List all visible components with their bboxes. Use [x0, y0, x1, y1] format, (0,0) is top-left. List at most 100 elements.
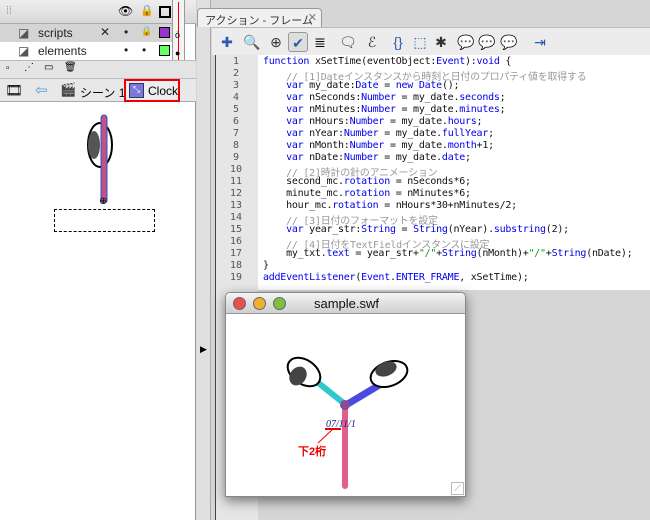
line-number: 9	[232, 152, 240, 163]
code-token: nSeconds:	[303, 92, 362, 103]
edit-bar: 🎞 ⇦ 🎬 シーン 1 ⤡ Clock	[0, 78, 196, 102]
code-line[interactable]: var year_str:String = String(nYear).subs…	[263, 224, 569, 235]
collapse-between-braces-icon[interactable]: {}	[388, 32, 408, 52]
code-token: second_mc.	[263, 176, 344, 187]
registration-point-icon: ⊕	[99, 196, 107, 205]
remove-comment-icon[interactable]: 💬	[499, 32, 519, 52]
code-line[interactable]: var nSeconds:Number = my_date.seconds;	[263, 92, 506, 103]
visible-dot[interactable]: •	[124, 43, 128, 57]
code-token: var	[286, 140, 304, 151]
minimize-button[interactable]	[253, 297, 266, 310]
line-number: 7	[232, 128, 240, 139]
code-editor[interactable]: function xSetTime(eventObject:Event):voi…	[258, 55, 650, 290]
new-layer-icon[interactable]: ▫	[6, 63, 10, 74]
stage-clock-graphic[interactable]: ⊕	[80, 110, 130, 205]
close-icon[interactable]: ✕	[308, 11, 317, 24]
zoom-button[interactable]	[273, 297, 286, 310]
block-comment-icon[interactable]: 💬	[456, 32, 476, 52]
show-toolbox-icon[interactable]: ⇥	[530, 32, 550, 52]
symbol-breadcrumb[interactable]: ⤡ Clock	[124, 79, 180, 102]
back-arrow-icon[interactable]: ⇦	[35, 81, 48, 99]
code-token: ;	[465, 152, 471, 163]
layer-row-elements[interactable]: ◪ elements • •	[0, 42, 172, 60]
code-token: var	[286, 116, 304, 127]
line-number: 10	[229, 164, 243, 175]
layer-row-scripts[interactable]: ◪ scripts ✕ • 🔒	[0, 24, 172, 42]
collapse-arrow-icon[interactable]: ▶	[200, 344, 207, 355]
code-token: xSetTime(eventObject:	[309, 56, 437, 67]
window-titlebar[interactable]: sample.swf	[226, 293, 465, 314]
code-line[interactable]: my_txt.text = year_str+"/"+String(nMonth…	[263, 248, 633, 259]
lock-icon[interactable]: 🔒	[141, 26, 152, 37]
panda-body-shape	[88, 131, 100, 159]
outline-icon[interactable]	[159, 6, 171, 18]
layer-icon: ◪	[18, 44, 30, 58]
code-line[interactable]: second_mc.rotation = nSeconds*6;	[263, 176, 471, 187]
code-token: year_str:	[303, 224, 362, 235]
find-icon[interactable]: 🔍	[242, 32, 262, 52]
code-line[interactable]: var my_date:Date = new Date();	[263, 80, 459, 91]
code-line[interactable]: addEventListener(Event.ENTER_FRAME, xSet…	[263, 272, 529, 283]
code-token: Number	[343, 128, 379, 139]
check-syntax-icon[interactable]: ✔	[288, 32, 308, 52]
code-line[interactable]: var nMinutes:Number = my_date.minutes;	[263, 104, 506, 115]
motion-guide-icon[interactable]: ⋰	[24, 62, 34, 73]
code-token: = my_date.	[395, 104, 460, 115]
add-statement-icon[interactable]: ✚	[217, 32, 237, 52]
eye-icon[interactable]: 👁	[118, 4, 133, 18]
code-token: var	[286, 128, 304, 139]
panel-collapse-bar[interactable]: ▶	[197, 0, 211, 520]
line-number: 14	[229, 212, 243, 223]
code-token: text	[326, 248, 350, 259]
code-token: fullYear	[441, 128, 489, 139]
code-token: new	[395, 80, 414, 91]
layer-color-swatch[interactable]	[159, 45, 170, 56]
code-token: nYear:	[303, 128, 344, 139]
code-token: = year_str+	[349, 248, 419, 259]
line-number: 16	[229, 236, 243, 247]
lock-icon[interactable]: 🔒	[140, 4, 154, 17]
visible-dot[interactable]: •	[124, 25, 128, 39]
code-token: ;	[499, 92, 506, 103]
timeline-toggle-icon[interactable]: 🎞	[5, 82, 23, 99]
date-textfield[interactable]	[54, 209, 155, 232]
layer-color-swatch[interactable]	[159, 27, 170, 38]
clock-animation: 07/11/1 下2桁	[286, 356, 409, 489]
target-path-icon[interactable]: ⊕	[266, 32, 286, 52]
resize-grip-icon[interactable]: ⟋	[451, 482, 464, 495]
pencil-crossed-icon: ✕	[100, 25, 111, 39]
code-line[interactable]: var nHours:Number = my_date.hours;	[263, 116, 482, 127]
code-line[interactable]: minute_mc.rotation = nMinutes*6;	[263, 188, 471, 199]
line-comment-icon[interactable]: 💬	[477, 32, 497, 52]
tab-actions-frame[interactable]: アクション - フレーム ✕	[197, 8, 322, 27]
scene-link[interactable]: シーン 1	[80, 84, 125, 101]
code-token: minutes	[459, 104, 500, 115]
code-line[interactable]: function xSetTime(eventObject:Event):voi…	[263, 56, 511, 67]
close-button[interactable]	[233, 297, 246, 310]
layer-icon: ◪	[18, 26, 30, 40]
code-line[interactable]: hour_mc.rotation = nHours*30+nMinutes/2;	[263, 200, 517, 211]
code-token: var	[286, 152, 304, 163]
folder-icon[interactable]: ▭	[44, 62, 53, 73]
trash-icon[interactable]: 🗑	[64, 62, 77, 73]
code-line[interactable]: var nMonth:Number = my_date.month+1;	[263, 140, 494, 151]
lock-dot[interactable]: •	[142, 43, 146, 57]
auto-format-icon[interactable]: ≣	[310, 32, 330, 52]
hub-shape	[340, 400, 350, 410]
debug-options-icon[interactable]: ℰ	[362, 32, 382, 52]
code-token: String	[413, 224, 448, 235]
code-token: function	[263, 56, 310, 67]
collapse-selection-icon[interactable]: ⬚	[410, 32, 430, 52]
code-line[interactable]: }	[263, 260, 269, 271]
code-token: = nMinutes*6;	[389, 188, 471, 199]
code-line[interactable]: var nYear:Number = my_date.fullYear;	[263, 128, 494, 139]
code-line[interactable]: var nDate:Number = my_date.date;	[263, 152, 471, 163]
code-hint-icon[interactable]: 🗨	[338, 32, 358, 52]
code-token: = my_date.	[378, 152, 442, 163]
code-token: var	[286, 224, 304, 235]
line-number: 11	[229, 176, 243, 187]
expand-all-icon[interactable]: ✱	[431, 32, 451, 52]
hour-hand-shape	[344, 380, 383, 409]
